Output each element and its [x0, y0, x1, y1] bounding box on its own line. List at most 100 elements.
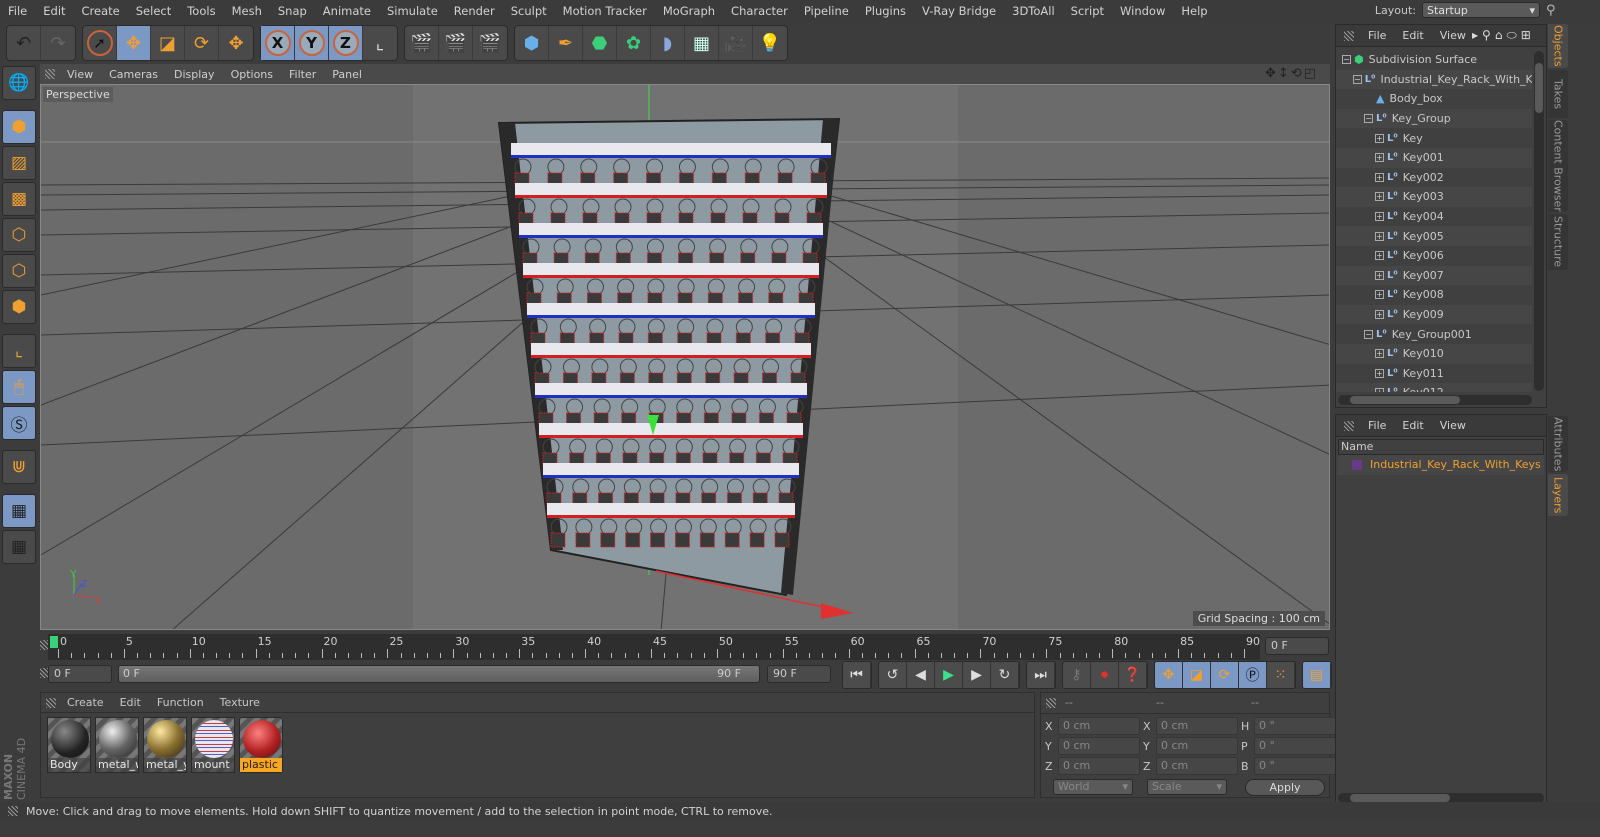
object-menu-file[interactable]: File — [1362, 29, 1392, 42]
object-menu-edit[interactable]: Edit — [1396, 29, 1429, 42]
expand-icon[interactable]: + — [1375, 368, 1384, 378]
object-tree-row[interactable]: − ⬢ Subdivision Surface — [1336, 50, 1532, 70]
layer-menu-edit[interactable]: Edit — [1396, 419, 1429, 432]
material-swatch[interactable]: Body — [47, 717, 91, 773]
menu-select[interactable]: Select — [128, 4, 179, 18]
next-key-button[interactable]: ↻ — [991, 662, 1019, 688]
polygons-mode-button[interactable]: ⬢ — [2, 290, 36, 324]
end-frame-field[interactable]: 90 F — [767, 665, 831, 683]
recent-tool-button[interactable]: ✥ — [219, 26, 253, 60]
menu-animate[interactable]: Animate — [315, 4, 379, 18]
key-rotation-button[interactable]: ⟳ — [1211, 662, 1239, 688]
viewport-menu-view[interactable]: View — [60, 68, 100, 81]
start-frame-field[interactable]: 0 F — [48, 665, 112, 683]
points-mode-button[interactable]: ⬡ — [2, 218, 36, 252]
coordinate-space-dropdown[interactable]: World ▾ — [1053, 779, 1133, 795]
object-tree-row[interactable]: + L⁰ Key008 — [1336, 285, 1532, 305]
object-menu-view[interactable]: View — [1434, 29, 1472, 42]
z-axis-button[interactable]: Z — [329, 26, 363, 60]
coordinate-field[interactable]: 0 cm — [1156, 737, 1238, 755]
menu-file[interactable]: File — [0, 4, 35, 18]
cloner-button[interactable]: ✿ — [617, 26, 651, 60]
expand-icon[interactable]: + — [1375, 172, 1384, 182]
pen-button[interactable]: ✒ — [549, 26, 583, 60]
coordinate-field[interactable]: 0 cm — [1058, 737, 1140, 755]
viewport-menu-filter[interactable]: Filter — [282, 68, 323, 81]
expand-icon[interactable]: + — [1375, 231, 1384, 241]
layout-dropdown[interactable]: Startup ▾ — [1422, 2, 1540, 18]
deformer-button[interactable]: ◗ — [651, 26, 685, 60]
search-icon[interactable]: ⚲ — [1546, 3, 1560, 19]
expand-icon[interactable]: + — [1375, 251, 1384, 261]
transform-mode-dropdown[interactable]: Scale ▾ — [1147, 779, 1227, 795]
tab-layers[interactable]: Layers — [1548, 474, 1568, 516]
scale-button[interactable]: ◪ — [151, 26, 185, 60]
redo-button[interactable]: ↷ — [41, 26, 75, 60]
collapse-icon[interactable]: − — [1364, 114, 1373, 124]
rotate-button[interactable]: ⟳ — [185, 26, 219, 60]
floor-button[interactable]: ▦ — [685, 26, 719, 60]
keyframe-selection-button[interactable]: ❓ — [1119, 662, 1147, 688]
make-editable-button[interactable]: 🌐 — [2, 66, 36, 100]
viewport-menu-panel[interactable]: Panel — [325, 68, 369, 81]
dolly-icon[interactable]: ↕ — [1278, 66, 1291, 81]
cube-button[interactable]: ⬢ — [515, 26, 549, 60]
layer-menu-view[interactable]: View — [1434, 419, 1472, 432]
key-pla-button[interactable]: ⁙ — [1267, 662, 1295, 688]
material-swatch[interactable]: mount — [191, 717, 235, 773]
home-icon[interactable]: ⌂ — [1495, 28, 1507, 42]
go-to-end-button[interactable]: ⏭ — [1027, 662, 1055, 688]
menu-help[interactable]: Help — [1173, 4, 1215, 18]
object-tree-row[interactable]: ▲ Body_box — [1336, 89, 1532, 109]
material-swatch[interactable]: metal_w — [95, 717, 139, 773]
coordinate-field[interactable]: 0 cm — [1156, 717, 1238, 735]
new-panel-icon[interactable]: ⊞ — [1521, 28, 1535, 42]
subdivision-button[interactable]: ⬣ — [583, 26, 617, 60]
x-axis-button[interactable]: X — [261, 26, 295, 60]
object-tree-row[interactable]: − L⁰ Industrial_Key_Rack_With_Key — [1336, 69, 1532, 90]
object-tree-row[interactable]: + L⁰ Key005 — [1336, 226, 1532, 246]
object-tree-row[interactable]: + L⁰ Key006 — [1336, 246, 1532, 266]
object-tree-row[interactable]: + L⁰ Key — [1336, 128, 1532, 148]
collapse-icon[interactable]: − — [1364, 329, 1373, 339]
coordinate-field[interactable]: 0 ° — [1254, 717, 1336, 735]
texture-mode-button[interactable]: ▨ — [2, 146, 36, 180]
menu-sculpt[interactable]: Sculpt — [503, 4, 555, 18]
material-menu-create[interactable]: Create — [61, 696, 110, 709]
object-tree-row[interactable]: + L⁰ Key007 — [1336, 265, 1532, 286]
apply-button[interactable]: Apply — [1245, 779, 1325, 796]
coordinate-field[interactable]: 0 cm — [1058, 757, 1140, 775]
menu-motion-tracker[interactable]: Motion Tracker — [555, 4, 655, 18]
coordinate-field[interactable]: 0 ° — [1254, 757, 1336, 775]
menu-3dtoall[interactable]: 3DToAll — [1004, 4, 1063, 18]
arrow-right-icon[interactable]: ▸ — [1472, 28, 1482, 42]
light-button[interactable]: 💡 — [753, 26, 787, 60]
tab-attributes[interactable]: Attributes — [1548, 416, 1568, 472]
menu-plugins[interactable]: Plugins — [857, 4, 914, 18]
model-mode-button[interactable]: ⬢ — [2, 110, 36, 144]
timeline-button[interactable]: ▤ — [1303, 662, 1331, 688]
collapse-icon[interactable]: − — [1342, 55, 1351, 65]
menu-simulate[interactable]: Simulate — [379, 4, 446, 18]
key-parameter-button[interactable]: Ⓟ — [1239, 662, 1267, 688]
tab-content-browser[interactable]: Content Browser — [1548, 120, 1568, 212]
object-tree-row[interactable]: + L⁰ Key001 — [1336, 148, 1532, 168]
material-menu-function[interactable]: Function — [151, 696, 210, 709]
key-position-button[interactable]: ✥ — [1155, 662, 1183, 688]
tab-objects[interactable]: Objects — [1548, 24, 1568, 68]
object-tree-row[interactable]: − L⁰ Key_Group — [1336, 108, 1532, 129]
live-select-button[interactable]: ➚ — [83, 26, 117, 60]
menu-character[interactable]: Character — [723, 4, 796, 18]
eye-icon[interactable]: ⬭ — [1506, 28, 1520, 42]
expand-icon[interactable]: + — [1375, 192, 1384, 202]
expand-icon[interactable]: + — [1375, 133, 1384, 143]
planar-workplane-button[interactable]: ▦ — [2, 530, 36, 564]
menu-create[interactable]: Create — [74, 4, 128, 18]
object-h-scrollbar[interactable] — [1338, 395, 1532, 405]
menu-window[interactable]: Window — [1112, 4, 1173, 18]
solo-button[interactable]: Ⓢ — [2, 406, 36, 440]
object-tree-row[interactable]: − L⁰ Key_Group001 — [1336, 324, 1532, 344]
menu-snap[interactable]: Snap — [270, 4, 315, 18]
render-settings-button[interactable]: 🎬 — [473, 26, 507, 60]
current-frame-field[interactable]: 0 F — [1265, 637, 1329, 655]
